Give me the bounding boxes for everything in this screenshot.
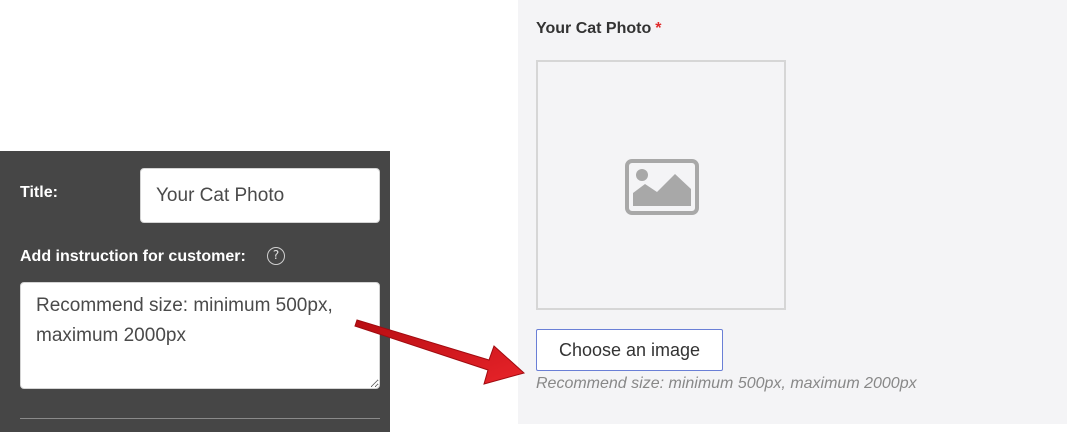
title-input[interactable] bbox=[140, 168, 380, 223]
instruction-label: Add instruction for customer: bbox=[20, 248, 246, 265]
field-label-text: Your Cat Photo bbox=[536, 20, 652, 37]
choose-image-button[interactable]: Choose an image bbox=[536, 329, 723, 371]
storefront-preview: Your Cat Photo * Choose an image Recommen… bbox=[518, 0, 1067, 424]
title-label: Title: bbox=[20, 184, 58, 201]
required-marker: * bbox=[655, 20, 662, 37]
instruction-textarea[interactable]: Recommend size: minimum 500px, maximum 2… bbox=[20, 282, 380, 389]
divider bbox=[20, 418, 380, 419]
help-icon[interactable]: ? bbox=[267, 247, 285, 265]
image-icon bbox=[625, 159, 699, 215]
image-placeholder[interactable] bbox=[536, 60, 786, 310]
recommend-size-hint: Recommend size: minimum 500px, maximum 2… bbox=[536, 375, 917, 392]
admin-settings-panel: Title: Add instruction for customer: ? R… bbox=[0, 151, 390, 432]
field-label: Your Cat Photo * bbox=[536, 20, 661, 38]
